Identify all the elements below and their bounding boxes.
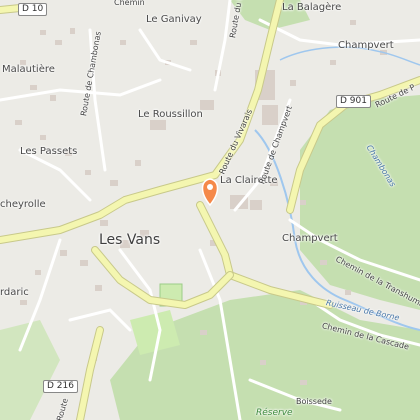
map-base-layer [0, 0, 420, 420]
place-label-les-vans: Les Vans [99, 232, 161, 248]
road-label-chemin-top: Chemin [114, 0, 145, 7]
road-shield-d901: D 901 [336, 95, 371, 108]
place-label-rdaric: rdaric [0, 287, 29, 298]
place-label-la-balagere: La Balagère [282, 2, 342, 13]
place-label-les-passets: Les Passets [20, 146, 78, 157]
place-label-le-ganivay: Le Ganivay [146, 14, 202, 25]
place-label-cheyrolle: cheyrolle [0, 199, 46, 210]
place-label-boissede: Boissede [296, 397, 332, 406]
place-label-le-roussillon: Le Roussillon [138, 109, 203, 120]
road-shield-d10: D 10 [18, 3, 48, 16]
road-shield-d216: D 216 [43, 380, 78, 393]
nature-label-reserve: Réserve [256, 408, 293, 418]
location-pin-icon[interactable] [201, 178, 219, 207]
place-label-champvert-top: Champvert [338, 40, 394, 51]
place-label-malautiere: Malautière [2, 64, 55, 75]
map-view[interactable]: D 10 D 901 D 216 Le Ganivay La Balagère … [0, 0, 420, 420]
place-label-champvert-mid: Champvert [282, 233, 338, 244]
forest-area-left [0, 320, 60, 420]
